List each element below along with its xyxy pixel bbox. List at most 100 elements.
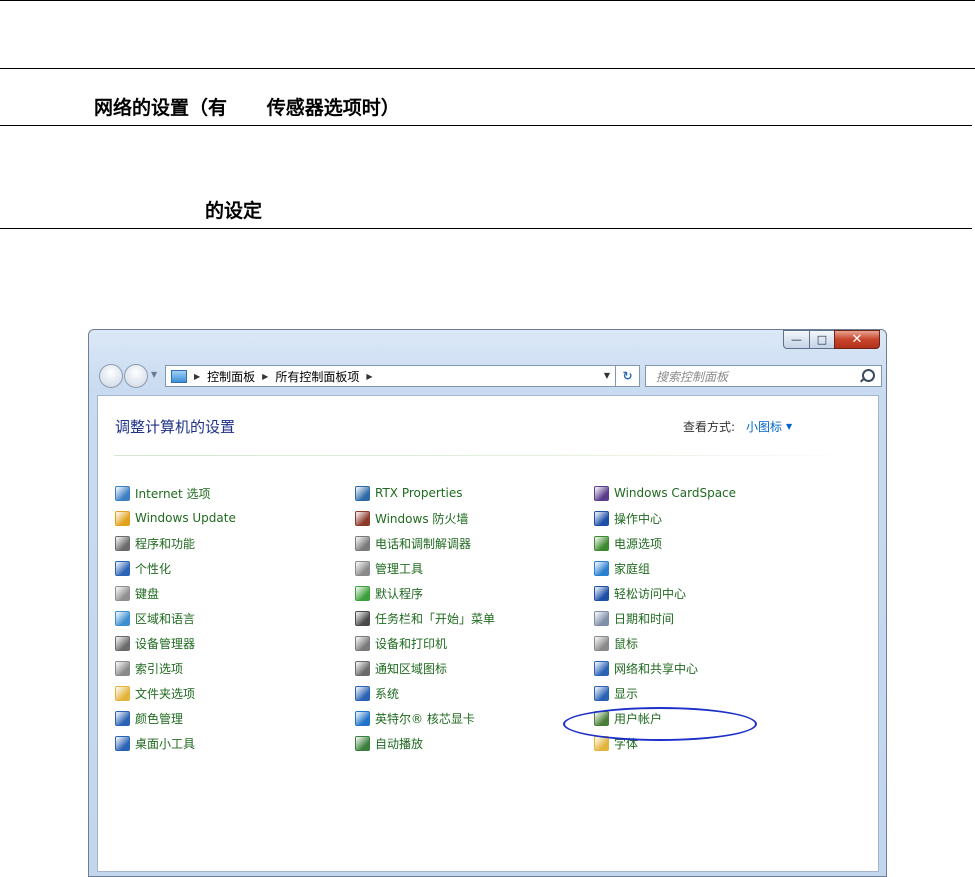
color-management-icon: [115, 710, 130, 726]
maximize-button[interactable]: □: [809, 330, 835, 349]
address-dropdown-icon[interactable]: ▼: [604, 371, 610, 380]
view-by-dropdown[interactable]: 小图标 ▼: [746, 418, 792, 435]
page-title: 调整计算机的设置: [115, 418, 236, 436]
breadcrumb-all-items[interactable]: 所有控制面板项: [275, 368, 359, 385]
indexing-options-icon: [115, 660, 130, 676]
control-panel-item-label: 系统: [375, 686, 400, 701]
control-panel-item[interactable]: 英特尔® 核芯显卡: [355, 709, 475, 727]
control-panel-item-label: 设备和打印机: [375, 636, 448, 651]
homegroup-icon: [594, 560, 609, 576]
control-panel-item[interactable]: 文件夹选项: [115, 684, 195, 702]
control-panel-item[interactable]: 区域和语言: [115, 609, 195, 627]
power-options-icon: [594, 535, 609, 551]
control-panel-item[interactable]: 设备管理器: [115, 634, 195, 652]
control-panel-item[interactable]: 桌面小工具: [115, 734, 195, 752]
control-panel-item[interactable]: 显示: [594, 684, 638, 702]
search-input[interactable]: 搜索控制面板: [645, 365, 882, 387]
programs-features-icon: [115, 535, 130, 551]
breadcrumb-chevron-icon[interactable]: ▶: [366, 372, 372, 381]
control-panel-item[interactable]: 管理工具: [355, 559, 423, 577]
control-panel-item-label: 个性化: [135, 561, 172, 576]
control-panel-item-label: Internet 选项: [135, 486, 211, 501]
control-panel-item-label: 网络和共享中心: [614, 661, 699, 676]
control-panel-item[interactable]: Windows 防火墙: [355, 509, 468, 527]
control-panel-item[interactable]: 设备和打印机: [355, 634, 447, 652]
control-panel-item-label: 轻松访问中心: [614, 586, 687, 601]
minimize-button[interactable]: —: [783, 330, 810, 349]
back-button[interactable]: [99, 364, 123, 388]
control-panel-item[interactable]: Windows Update: [115, 509, 236, 527]
control-panel-item[interactable]: 程序和功能: [115, 534, 195, 552]
breadcrumb-chevron-icon[interactable]: ▶: [262, 372, 268, 381]
recent-pages-dropdown[interactable]: ▼: [151, 370, 157, 379]
control-panel-item-label: 桌面小工具: [135, 736, 196, 751]
control-panel-item-label: 操作中心: [614, 511, 663, 526]
control-panel-item[interactable]: 系统: [355, 684, 399, 702]
search-icon[interactable]: [862, 369, 875, 382]
control-panel-item[interactable]: 颜色管理: [115, 709, 183, 727]
control-panel-item[interactable]: 电源选项: [594, 534, 662, 552]
control-panel-item-label: 鼠标: [614, 636, 639, 651]
chevron-down-icon: ▼: [786, 422, 793, 431]
breadcrumb-chevron-icon[interactable]: ▶: [194, 372, 200, 381]
control-panel-item[interactable]: 键盘: [115, 584, 159, 602]
close-button[interactable]: ✕: [834, 330, 880, 349]
control-panel-item[interactable]: 轻松访问中心: [594, 584, 686, 602]
section-rule-upper: [0, 68, 975, 69]
address-bar[interactable]: ▶ 控制面板 ▶ 所有控制面板项 ▶ ▼: [165, 365, 616, 387]
control-panel-item-label: 电话和调制解调器: [375, 536, 472, 551]
control-panel-icon: [171, 369, 187, 383]
control-panel-item-label: 管理工具: [375, 561, 424, 576]
section-rule-lower: [0, 125, 972, 126]
caption-buttons: — □ ✕: [783, 330, 880, 349]
control-panel-item[interactable]: 默认程序: [355, 584, 423, 602]
cardspace-icon: [594, 485, 609, 501]
control-panel-item[interactable]: 索引选项: [115, 659, 183, 677]
control-panel-item[interactable]: 网络和共享中心: [594, 659, 698, 677]
control-panel-item-label: 程序和功能: [135, 536, 196, 551]
search-placeholder: 搜索控制面板: [656, 369, 729, 384]
notification-area-icon: [355, 660, 370, 676]
control-panel-item[interactable]: 家庭组: [594, 559, 650, 577]
control-panel-item-label: 区域和语言: [135, 611, 196, 626]
control-panel-item[interactable]: RTX Properties: [355, 484, 462, 502]
control-panel-window: — □ ✕ ▼ ▶ 控制面板 ▶ 所有控制面板项 ▶ ▼ ↻ 搜索控制面板 调整…: [88, 329, 887, 877]
control-panel-item-label: 家庭组: [614, 561, 651, 576]
control-panel-item-label: 电源选项: [614, 536, 663, 551]
control-panel-item-label: 默认程序: [375, 586, 424, 601]
control-panel-item-label: 任务栏和「开始」菜单: [375, 611, 496, 626]
control-panel-item-label: Windows 防火墙: [375, 511, 469, 526]
page-top-rule: [0, 0, 975, 1]
control-panel-item-label: Windows Update: [135, 511, 236, 525]
forward-button[interactable]: [124, 364, 148, 388]
control-panel-item[interactable]: 电话和调制解调器: [355, 534, 471, 552]
rtx-properties-icon: [355, 485, 370, 501]
ease-of-access-icon: [594, 585, 609, 601]
control-panel-item[interactable]: 个性化: [115, 559, 171, 577]
control-panel-item[interactable]: 鼠标: [594, 634, 638, 652]
intel-graphics-icon: [355, 710, 370, 726]
control-panel-item[interactable]: 通知区域图标: [355, 659, 447, 677]
control-panel-item-label: 文件夹选项: [135, 686, 196, 701]
control-panel-item-label: 键盘: [135, 586, 160, 601]
control-panel-item[interactable]: 日期和时间: [594, 609, 674, 627]
control-panel-item[interactable]: Internet 选项: [115, 484, 210, 502]
personalization-icon: [115, 560, 130, 576]
date-time-icon: [594, 610, 609, 626]
control-panel-item-label: Windows CardSpace: [614, 486, 737, 500]
control-panel-item-label: 自动播放: [375, 736, 424, 751]
network-sharing-center-icon: [594, 660, 609, 676]
control-panel-item[interactable]: 自动播放: [355, 734, 423, 752]
content-pane: 调整计算机的设置 查看方式: 小图标 ▼ Internet 选项 RTX Prope…: [97, 395, 879, 872]
system-icon: [355, 685, 370, 701]
admin-tools-icon: [355, 560, 370, 576]
refresh-button[interactable]: ↻: [616, 365, 640, 387]
devices-printers-icon: [355, 635, 370, 651]
internet-options-icon: [115, 485, 130, 501]
breadcrumb-control-panel[interactable]: 控制面板: [207, 368, 255, 385]
control-panel-item[interactable]: 任务栏和「开始」菜单: [355, 609, 495, 627]
control-panel-item[interactable]: 操作中心: [594, 509, 662, 527]
control-panel-item[interactable]: Windows CardSpace: [594, 484, 736, 502]
subsection-heading: 的设定: [205, 200, 263, 222]
mouse-icon: [594, 635, 609, 651]
